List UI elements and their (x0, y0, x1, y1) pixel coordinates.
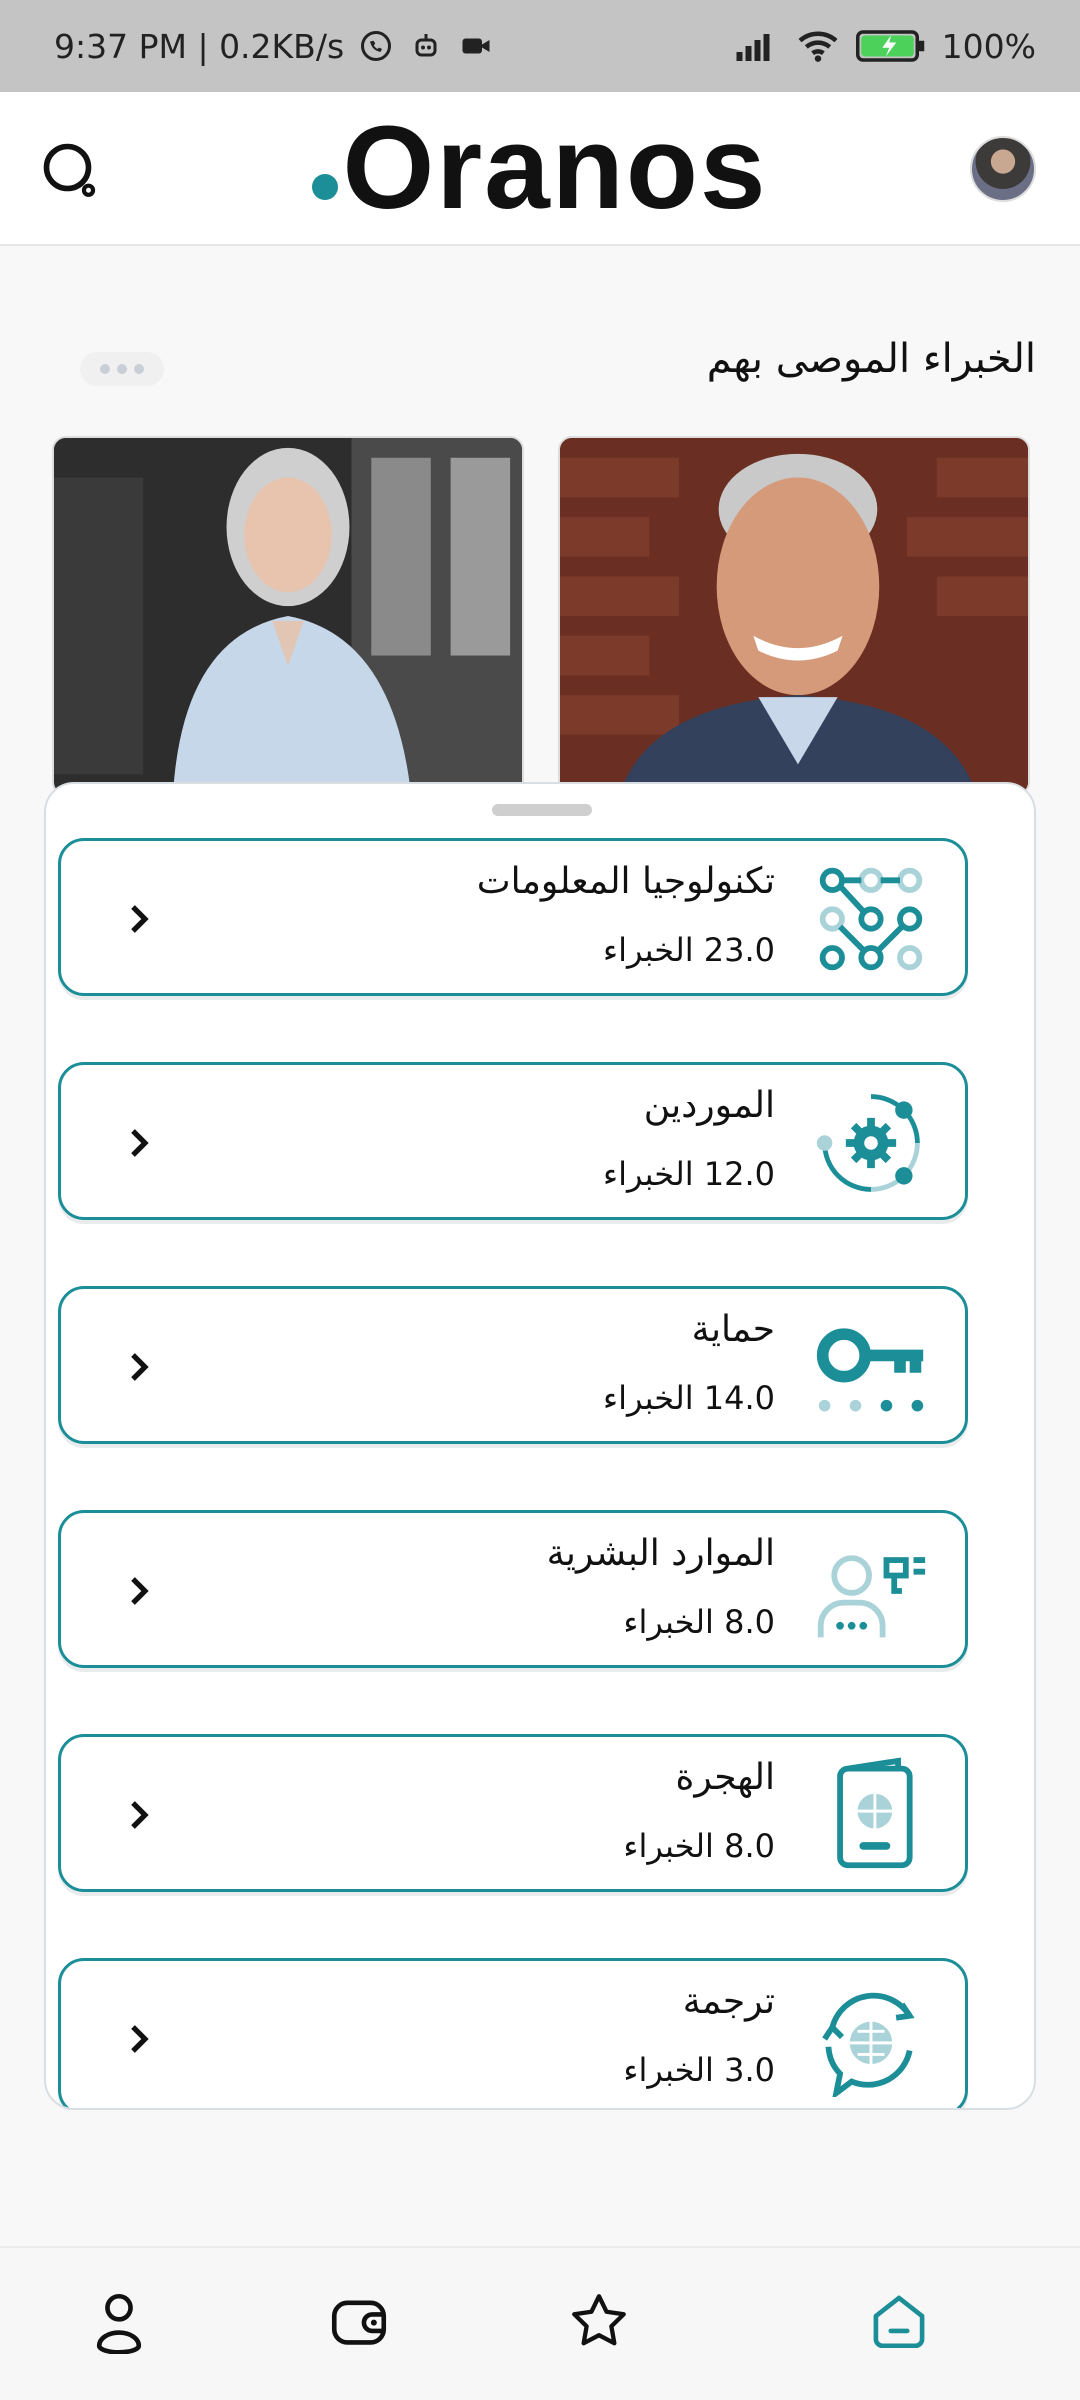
chevron-right-icon (131, 1353, 149, 1381)
network-nodes-icon (819, 867, 923, 971)
recommended-experts-title: الخبراء الموصى بهم (706, 336, 1036, 382)
status-bar: 9:37 PM | 0.2KB/s 100% (0, 0, 1080, 92)
battery-level: 100% (941, 26, 1036, 66)
category-title: حماية (691, 1309, 775, 1350)
bottom-navigation (0, 2246, 1080, 2400)
chevron-right-icon (131, 2025, 149, 2053)
expert-photo (560, 438, 1028, 794)
chevron-right-icon (131, 1577, 149, 1605)
expert-card[interactable] (52, 436, 524, 796)
logo-dot (312, 174, 339, 200)
chevron-right-icon (131, 905, 149, 933)
category-title: ترجمة (682, 1981, 775, 2022)
expert-card[interactable] (558, 436, 1030, 796)
wallet-icon[interactable] (326, 2288, 392, 2354)
category-card[interactable]: الهجرة 8.0 الخبراء (58, 1734, 968, 1892)
video-icon (462, 38, 490, 54)
passport-icon (837, 1757, 913, 1869)
key-icon (816, 1328, 924, 1412)
whatsapp-icon (361, 31, 392, 61)
category-card[interactable]: الموارد البشرية 8.0 الخبراء (58, 1510, 968, 1668)
category-count: 23.0 الخبراء (603, 931, 775, 969)
chevron-right-icon (131, 1129, 149, 1157)
category-title: الهجرة (675, 1757, 775, 1798)
star-icon[interactable] (566, 2288, 632, 2354)
sheet-grabber[interactable] (492, 804, 592, 816)
person-chat-icon (817, 1555, 926, 1638)
gear-orbit-icon (816, 1094, 920, 1192)
chevron-right-icon (131, 1801, 149, 1829)
category-title: الموارد البشرية (546, 1533, 775, 1574)
category-count: 8.0 الخبراء (623, 1827, 775, 1865)
more-dots-icon[interactable] (80, 352, 164, 386)
category-card[interactable]: تكنولوجيا المعلومات 23.0 الخبراء (58, 838, 968, 996)
globe-translate-icon (822, 1992, 915, 2097)
avatar[interactable] (970, 136, 1036, 202)
signal-icon (736, 34, 770, 61)
category-card[interactable]: ترجمة 3.0 الخبراء (58, 1958, 968, 2108)
category-title: تكنولوجيا المعلومات (476, 861, 775, 902)
category-count: 14.0 الخبراء (603, 1379, 775, 1417)
robot-icon (415, 34, 437, 57)
category-count: 3.0 الخبراء (623, 2051, 775, 2089)
home-icon[interactable] (866, 2288, 932, 2354)
category-card[interactable]: الموردين 12.0 الخبراء (58, 1062, 968, 1220)
status-time: 9:37 PM | 0.2KB/s (54, 26, 345, 66)
category-title: الموردين (643, 1085, 775, 1126)
app-header: Oranos (0, 92, 1080, 246)
category-count: 12.0 الخبراء (603, 1155, 775, 1193)
profile-icon[interactable] (86, 2288, 152, 2354)
category-card[interactable]: حماية 14.0 الخبراء (58, 1286, 968, 1444)
wifi-icon (798, 31, 838, 62)
battery-icon (855, 30, 924, 62)
expert-photo (54, 438, 522, 794)
category-count: 8.0 الخبراء (623, 1603, 775, 1641)
categories-sheet: تكنولوجيا المعلومات 23.0 الخبراء الموردي… (44, 782, 1036, 2110)
app-logo: Oranos (0, 108, 1080, 228)
